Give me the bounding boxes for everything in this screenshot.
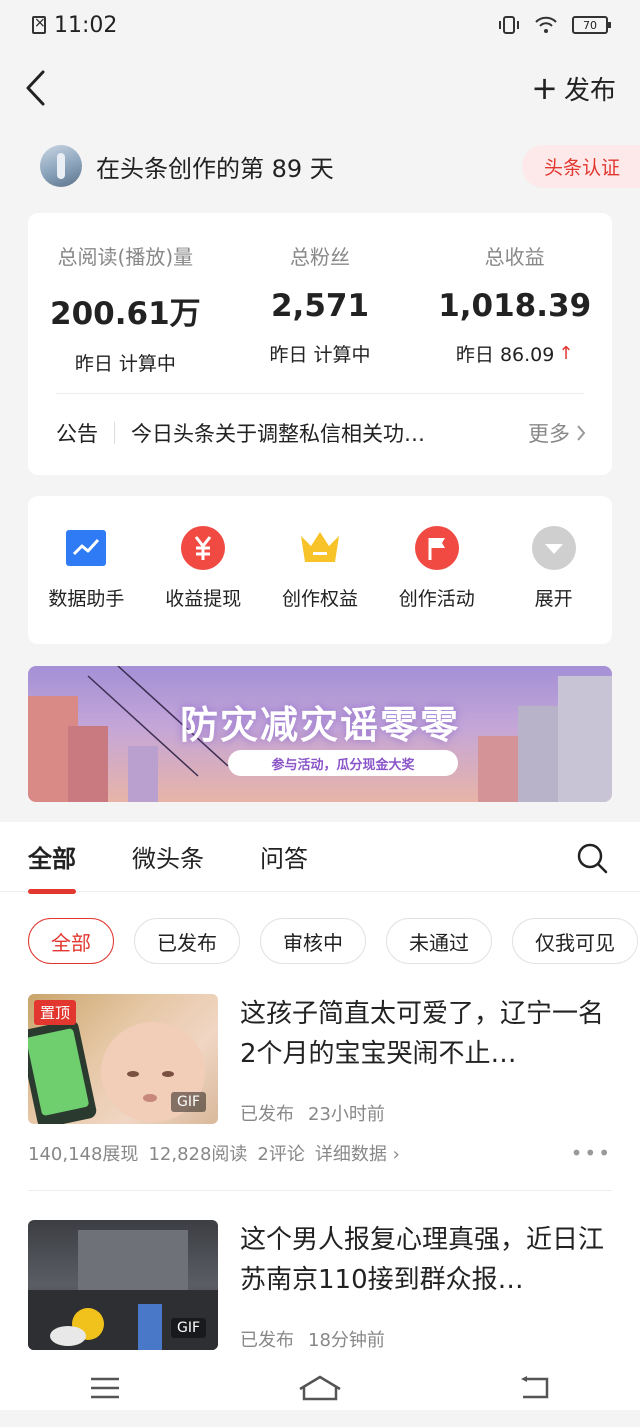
expand-icon	[531, 526, 576, 570]
stat-label: 总收益	[484, 245, 545, 269]
filter-reviewing[interactable]: 审核中	[260, 918, 366, 964]
filter-published[interactable]: 已发布	[134, 918, 240, 964]
gif-badge: GIF	[170, 1318, 206, 1338]
tool-data-assistant[interactable]: 数据助手	[28, 526, 145, 644]
filter-private[interactable]: 仅我可见	[512, 918, 638, 964]
creator-days-text: 在头条创作的第 89 天	[96, 154, 334, 183]
tool-label: 创作权益	[281, 588, 358, 610]
tool-expand[interactable]: 展开	[495, 526, 612, 644]
stat-reads[interactable]: 总阅读(播放)量 200.61万 昨日 计算中	[28, 241, 223, 376]
menu-icon[interactable]	[89, 1376, 121, 1404]
home-icon[interactable]	[298, 1375, 342, 1405]
content-tabs: 全部 微头条 问答	[0, 822, 640, 894]
article-impressions: 140,148展现	[28, 1144, 139, 1165]
wifi-icon	[535, 16, 557, 33]
stat-sub: 昨日 86.09	[455, 344, 555, 366]
filter-all[interactable]: 全部	[28, 918, 114, 964]
tab-qa[interactable]: 问答	[260, 839, 308, 874]
crown-icon	[298, 526, 342, 570]
stat-value: 1,018.39	[438, 288, 592, 324]
divider	[28, 1190, 612, 1191]
tool-label: 展开	[534, 588, 573, 610]
chart-icon	[64, 526, 108, 570]
tool-withdraw[interactable]: 收益提现	[145, 526, 262, 644]
tool-rights[interactable]: 创作权益	[262, 526, 379, 644]
nav-bar: + 发布	[0, 58, 640, 118]
article-title[interactable]: 这个男人报复心理真强，近日江苏南京110接到群众报…	[240, 1220, 610, 1300]
filter-chips: 全部 已发布 审核中 未通过 仅我可见	[0, 892, 640, 964]
plus-icon: +	[531, 69, 558, 107]
article-thumbnail[interactable]: 置顶 GIF	[28, 994, 218, 1124]
tool-label: 数据助手	[48, 588, 125, 610]
stat-sub: 昨日 计算中	[74, 353, 176, 375]
banner-subtitle: 参与活动，瓜分现金大奖	[228, 750, 458, 776]
article-reads: 12,828阅读	[148, 1144, 248, 1165]
stat-income[interactable]: 总收益 1,018.39 昨日 86.09 ↑	[417, 241, 612, 376]
vibrate-icon	[499, 16, 519, 34]
tools-card: 数据助手 收益提现 创作权益 创作活动 展开	[28, 496, 612, 644]
notice-row[interactable]: 公告 今日头条关于调整私信相关功… 更多	[56, 413, 586, 453]
gif-badge: GIF	[170, 1092, 206, 1112]
article-title[interactable]: 这孩子简直太可爱了，辽宁一名2个月的宝宝哭闹不止…	[240, 994, 610, 1074]
flag-icon	[414, 526, 459, 570]
tab-micro[interactable]: 微头条	[132, 839, 204, 874]
search-icon[interactable]	[576, 842, 608, 878]
stats-card: 总阅读(播放)量 200.61万 昨日 计算中 总粉丝 2,571 昨日 计算中…	[28, 213, 612, 475]
back-icon[interactable]	[24, 68, 54, 108]
content-area: 全部 微头条 问答 全部 已发布 审核中 未通过 仅我可见 置顶 GIF 这孩子…	[0, 822, 640, 1382]
article-comments: 2评论	[257, 1144, 305, 1165]
stat-fans[interactable]: 总粉丝 2,571 昨日 计算中	[223, 241, 418, 376]
chevron-right-icon: ›	[392, 1144, 400, 1165]
arrow-up-icon: ↑	[558, 343, 574, 364]
yuan-icon	[181, 526, 226, 570]
article-detail-link[interactable]: 详细数据 ›	[315, 1140, 400, 1166]
more-icon[interactable]: •••	[571, 1141, 612, 1165]
tool-label: 收益提现	[165, 588, 242, 610]
banner-title: 防灾减灾谣零零	[179, 703, 460, 747]
divider	[56, 393, 584, 394]
stat-value: 200.61万	[50, 296, 201, 332]
notice-text: 今日头条关于调整私信相关功…	[131, 422, 425, 446]
tool-label: 创作活动	[398, 588, 475, 610]
tool-activities[interactable]: 创作活动	[378, 526, 495, 644]
publish-label: 发布	[563, 75, 616, 106]
notice-more-label: 更多	[528, 422, 570, 446]
status-bar: 11:02 70	[0, 0, 640, 50]
divider	[114, 422, 115, 444]
article-thumbnail[interactable]: GIF	[28, 1220, 218, 1350]
activity-banner[interactable]: 防灾减灾谣零零 参与活动，瓜分现金大奖	[28, 666, 612, 802]
article-status: 已发布	[240, 1330, 294, 1351]
article-time: 23小时前	[308, 1104, 385, 1125]
stat-value: 2,571	[270, 288, 370, 324]
pinned-badge: 置顶	[34, 1000, 77, 1025]
tab-all[interactable]: 全部	[28, 839, 76, 894]
status-time: 11:02	[54, 12, 118, 38]
battery-icon: 70	[572, 16, 611, 34]
system-nav-bar	[0, 1370, 640, 1410]
stat-label: 总阅读(播放)量	[57, 245, 194, 269]
article-status: 已发布	[240, 1104, 294, 1125]
article-meta: 已发布 23小时前	[240, 1100, 385, 1126]
notice-more-link[interactable]: 更多	[528, 418, 586, 448]
article-detail-label: 详细数据	[314, 1144, 387, 1165]
article-stats: 140,148展现 12,828阅读 2评论 详细数据 › •••	[28, 1140, 612, 1166]
stat-label: 总粉丝	[290, 245, 350, 269]
article-meta: 已发布 18分钟前	[240, 1326, 385, 1352]
publish-button[interactable]: + 发布	[531, 70, 616, 107]
notice-label: 公告	[56, 422, 98, 446]
chevron-right-icon	[577, 425, 586, 441]
no-sim-icon	[32, 14, 46, 34]
back-nav-icon[interactable]	[519, 1375, 551, 1405]
article-time: 18分钟前	[308, 1330, 385, 1351]
filter-rejected[interactable]: 未通过	[386, 918, 492, 964]
avatar[interactable]	[40, 145, 82, 187]
creator-row: 在头条创作的第 89 天 头条认证	[40, 144, 640, 188]
stat-sub: 昨日 计算中	[269, 344, 371, 366]
verify-badge[interactable]: 头条认证	[521, 144, 640, 188]
